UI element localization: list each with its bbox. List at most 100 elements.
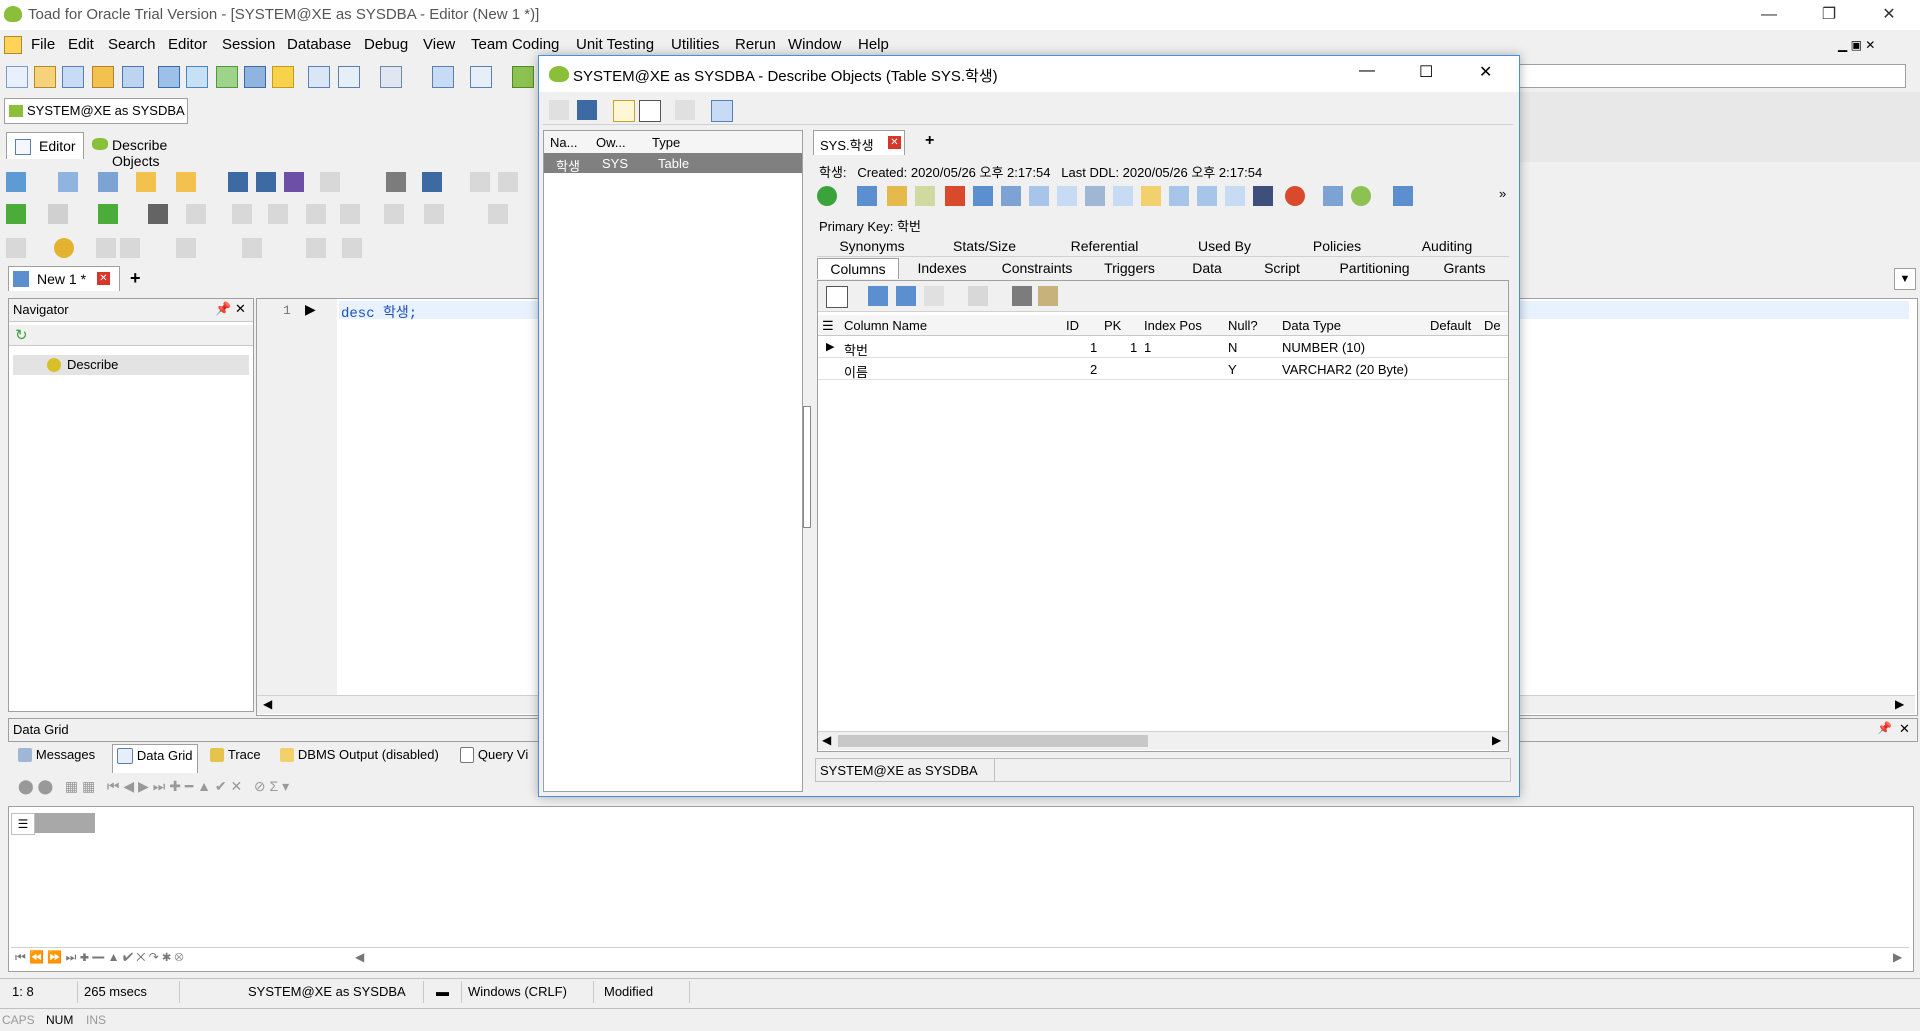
menu-rerun[interactable]: Rerun	[735, 36, 776, 53]
execute-icon[interactable]	[6, 204, 26, 224]
edit-icon[interactable]	[887, 186, 907, 206]
run-script-icon[interactable]	[98, 204, 118, 224]
grid-table-icon[interactable]	[896, 286, 916, 306]
menu-database[interactable]: Database	[287, 36, 351, 53]
tab-stats-size[interactable]: Stats/Size	[927, 238, 1042, 254]
tab-policies[interactable]: Policies	[1282, 238, 1392, 254]
columns-grid-hscroll[interactable]: ◀ ▶	[818, 731, 1508, 750]
sql-tools-icon[interactable]	[58, 172, 78, 192]
close-tab-icon[interactable]: ✕	[97, 272, 110, 285]
layout-icon[interactable]	[711, 100, 733, 122]
menu-team-coding[interactable]: Team Coding	[471, 36, 559, 53]
open-folder-icon[interactable]	[549, 100, 569, 120]
refresh-icon[interactable]: ↻	[15, 326, 28, 344]
window-icon[interactable]	[158, 66, 180, 88]
explain-icon[interactable]	[148, 204, 168, 224]
copy-icon[interactable]	[639, 100, 661, 122]
grid-table-icon[interactable]	[868, 286, 888, 306]
gear-icon[interactable]	[54, 238, 74, 258]
col-header-default[interactable]: Default	[1430, 318, 1471, 333]
minimize-icon[interactable]: —	[1359, 62, 1375, 80]
menu-file[interactable]: File	[31, 36, 55, 53]
monitor-icon[interactable]	[244, 66, 266, 88]
col-header-index-pos[interactable]: Index Pos	[1144, 318, 1202, 333]
close-panel-icon[interactable]: ✕	[1899, 721, 1910, 737]
tab-used-by[interactable]: Used By	[1167, 238, 1282, 254]
toolbar-combo[interactable]	[1518, 64, 1906, 88]
col-header-id[interactable]: ID	[1066, 318, 1079, 333]
tab-constraints[interactable]: Constraints	[987, 260, 1087, 276]
tab-messages[interactable]: Messages	[18, 746, 95, 763]
image-icon[interactable]	[186, 66, 208, 88]
columns-icon[interactable]	[1001, 186, 1021, 206]
close-icon[interactable]: ✕	[1866, 0, 1912, 30]
merge-icon[interactable]	[1029, 186, 1049, 206]
open-folder-icon[interactable]	[136, 172, 156, 192]
table-row[interactable]: ▶ 학번 1 1 1 N NUMBER (10)	[818, 337, 1508, 358]
cut-icon[interactable]	[320, 172, 340, 192]
filter-icon[interactable]	[968, 286, 988, 306]
table-icon[interactable]	[122, 66, 144, 88]
editor-file-tab[interactable]: New 1 * ✕	[8, 266, 120, 291]
mdi-controls[interactable]: ▁ ▣ ✕	[1838, 36, 1914, 54]
save-icon[interactable]	[228, 172, 248, 192]
close-icon[interactable]: ✕	[1479, 62, 1492, 82]
close-tab-icon[interactable]: ✕	[888, 136, 901, 149]
tab-columns[interactable]: Columns	[817, 258, 899, 279]
db-icon[interactable]	[1169, 186, 1189, 206]
tab-editor[interactable]: Editor	[6, 132, 84, 159]
new-page-icon[interactable]	[613, 100, 635, 122]
menu-edit[interactable]: Edit	[68, 36, 94, 53]
col-header-description[interactable]: De	[1484, 318, 1501, 333]
globe-icon[interactable]	[1351, 186, 1371, 206]
tab-script[interactable]: Script	[1242, 260, 1322, 276]
lightning-icon[interactable]	[272, 66, 294, 88]
find-icon[interactable]	[308, 66, 330, 88]
menu-utilities[interactable]: Utilities	[671, 36, 719, 53]
col-header-type[interactable]: Type	[652, 135, 680, 150]
add-tab-button[interactable]: +	[130, 268, 141, 289]
minimize-icon[interactable]: —	[1746, 0, 1792, 30]
analyze-icon[interactable]	[915, 186, 935, 206]
grid-selector-icon[interactable]: ☰	[11, 813, 35, 835]
save-all-icon[interactable]	[284, 172, 304, 192]
col-header-name[interactable]: Na...	[550, 135, 577, 150]
scroll-thumb[interactable]	[838, 735, 1148, 747]
keyboard-icon[interactable]	[1253, 186, 1273, 206]
export-icon[interactable]	[216, 66, 238, 88]
splitter-handle[interactable]	[803, 406, 811, 528]
add-icon[interactable]	[817, 186, 837, 206]
schema-browser-icon[interactable]	[34, 66, 56, 88]
print-icon[interactable]	[386, 172, 406, 192]
sort-icon[interactable]	[973, 186, 993, 206]
datagrid-body[interactable]: ☰ ⏮ ⏪ ⏩ ⏭ ✚ ━ ▲ ✔ ✕ ↷ ✱ ⊗ ◀ ▶	[8, 806, 1914, 972]
add-object-tab-button[interactable]: +	[925, 132, 934, 150]
col-header-null[interactable]: Null?	[1228, 318, 1258, 333]
save-icon[interactable]	[577, 100, 597, 120]
tab-grants[interactable]: Grants	[1427, 260, 1502, 276]
print-icon[interactable]	[1012, 286, 1032, 306]
col-header-data-type[interactable]: Data Type	[1282, 318, 1341, 333]
restore-icon[interactable]: ❐	[1806, 0, 1852, 30]
object-list-row[interactable]: 학생 SYS Table	[544, 153, 802, 174]
sql-icon[interactable]	[62, 66, 84, 88]
grid-menu-icon[interactable]: ☰	[822, 318, 834, 334]
sql-editor-icon[interactable]	[92, 66, 114, 88]
tab-data-grid[interactable]: Data Grid	[112, 744, 198, 773]
new-file-icon[interactable]	[6, 66, 28, 88]
connect-icon[interactable]	[6, 172, 26, 192]
menu-debug[interactable]: Debug	[364, 36, 408, 53]
col-header-column-name[interactable]: Column Name	[844, 318, 927, 333]
tab-auditing[interactable]: Auditing	[1392, 238, 1502, 254]
chart-icon[interactable]	[945, 186, 965, 206]
tab-describe-objects[interactable]: Describe Objects	[88, 132, 218, 169]
tab-indexes[interactable]: Indexes	[897, 260, 987, 276]
format-icon[interactable]	[422, 172, 442, 192]
tab-trace[interactable]: Trace	[210, 746, 261, 763]
menu-unit-testing[interactable]: Unit Testing	[576, 36, 654, 53]
print-icon[interactable]	[675, 100, 695, 120]
tab-triggers[interactable]: Triggers	[1087, 260, 1172, 276]
col-header-pk[interactable]: PK	[1104, 318, 1121, 333]
menu-editor[interactable]: Editor	[168, 36, 207, 53]
refresh-icon[interactable]	[432, 66, 454, 88]
